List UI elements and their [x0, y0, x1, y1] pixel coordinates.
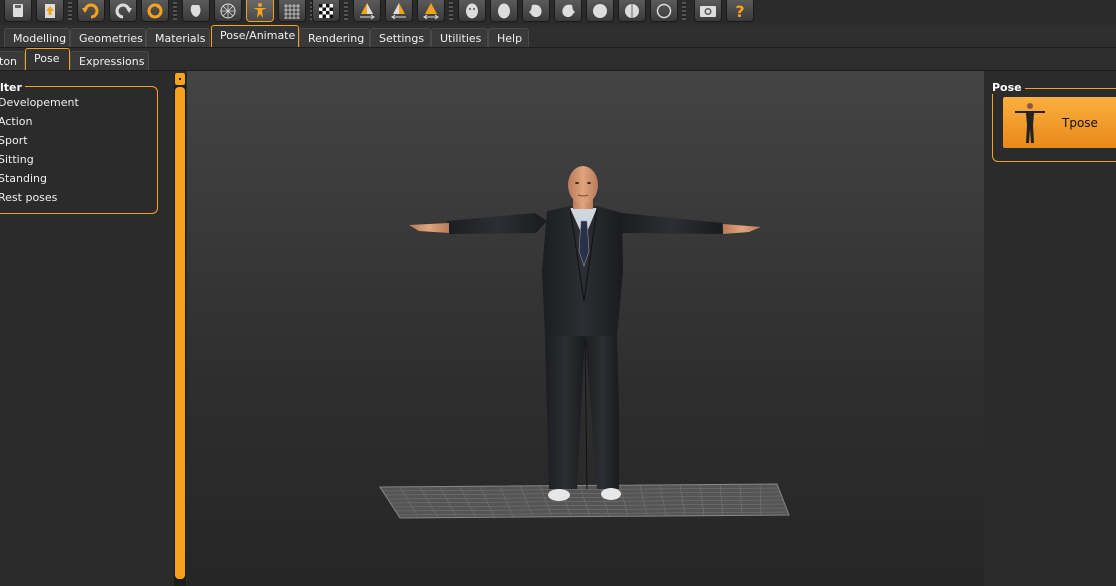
- filter-panel: lter Developement Action Sport Sitting S…: [0, 71, 172, 586]
- tab-geometries[interactable]: Geometries: [70, 28, 146, 47]
- export-icon[interactable]: [36, 0, 64, 22]
- scroll-up-button[interactable]: [175, 73, 185, 85]
- tpose-button[interactable]: [1003, 97, 1116, 148]
- symmetry-icon[interactable]: [417, 0, 445, 22]
- vertical-scrollbar[interactable]: [174, 73, 186, 586]
- main-menu-tabs: Modelling Geometries Materials Pose/Anim…: [0, 25, 1116, 48]
- ground-grid: [379, 483, 790, 519]
- right-view-icon[interactable]: [554, 0, 582, 22]
- back-view-icon[interactable]: [490, 0, 518, 22]
- tab-materials[interactable]: Materials: [146, 28, 210, 47]
- smooth-icon[interactable]: [182, 0, 210, 22]
- reset-camera-icon[interactable]: [650, 0, 678, 22]
- pose-icon[interactable]: [246, 0, 274, 22]
- tab-rendering[interactable]: Rendering: [299, 28, 370, 47]
- toolbar: ?: [0, 0, 1116, 24]
- wireframe-icon[interactable]: [214, 0, 242, 22]
- front-view-icon[interactable]: [458, 0, 486, 22]
- bottom-view-icon[interactable]: [618, 0, 646, 22]
- symmetry-left-icon[interactable]: [385, 0, 413, 22]
- save-icon[interactable]: [4, 0, 32, 22]
- reset-icon[interactable]: [141, 0, 169, 22]
- svg-text:?: ?: [735, 2, 744, 20]
- filter-item-sitting[interactable]: Sitting: [0, 153, 34, 166]
- tab-utilities[interactable]: Utilities: [431, 28, 488, 47]
- sub-tabs: ton Pose Expressions: [0, 48, 1116, 71]
- human-model-render: [379, 166, 790, 519]
- filter-item-action[interactable]: Action: [0, 115, 32, 128]
- filter-item-sport[interactable]: Sport: [0, 134, 28, 147]
- top-view-icon[interactable]: [586, 0, 614, 22]
- pose-panel: Pose Tpose: [984, 71, 1116, 586]
- scrollbar-thumb[interactable]: [175, 87, 185, 579]
- tab-skeleton[interactable]: ton: [0, 51, 25, 70]
- tab-pose-animate[interactable]: Pose/Animate: [211, 25, 299, 47]
- tpose-label: Tpose: [1062, 116, 1098, 130]
- filter-item-developement[interactable]: Developement: [0, 96, 79, 109]
- pose-panel-title: Pose: [992, 81, 1025, 94]
- tab-modelling[interactable]: Modelling: [4, 28, 70, 47]
- screenshot-icon[interactable]: [694, 0, 722, 22]
- redo-icon[interactable]: [109, 0, 137, 22]
- filter-item-standing[interactable]: Standing: [0, 172, 47, 185]
- tpose-thumbnail-icon: [1015, 103, 1045, 143]
- left-view-icon[interactable]: [522, 0, 550, 22]
- tab-pose[interactable]: Pose: [25, 48, 70, 70]
- grid-icon[interactable]: [278, 0, 306, 22]
- tab-settings[interactable]: Settings: [370, 28, 431, 47]
- checker-icon[interactable]: [312, 0, 340, 22]
- symmetry-right-icon[interactable]: [353, 0, 381, 22]
- tab-expressions[interactable]: Expressions: [70, 51, 149, 70]
- undo-icon[interactable]: [77, 0, 105, 22]
- tab-help[interactable]: Help: [488, 28, 529, 47]
- 3d-viewport[interactable]: [187, 71, 984, 586]
- filter-item-rest-poses[interactable]: Rest poses: [0, 191, 57, 204]
- help-icon[interactable]: ?: [726, 0, 754, 22]
- filter-title: lter: [0, 81, 25, 94]
